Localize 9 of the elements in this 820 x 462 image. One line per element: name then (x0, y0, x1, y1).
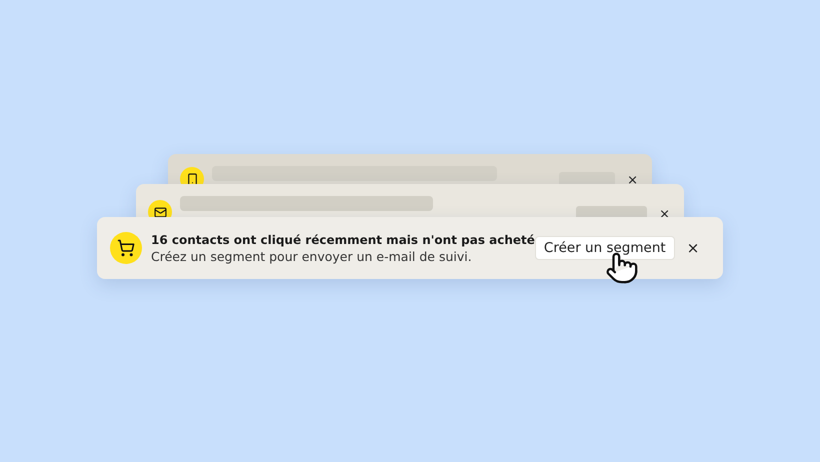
cart-icon (117, 239, 135, 257)
close-icon[interactable]: × (659, 208, 670, 221)
close-button[interactable]: × (684, 239, 702, 257)
mail-icon (154, 206, 166, 218)
notification-message: Créez un segment pour envoyer un e-mail de suivi. (151, 248, 473, 264)
phone-icon (186, 172, 198, 186)
create-segment-button[interactable]: Créer un segment (534, 236, 675, 260)
close-icon[interactable]: × (627, 174, 638, 187)
notification-title: 16 contacts ont cliqué récemment mais n'ont pas acheté (151, 232, 535, 246)
